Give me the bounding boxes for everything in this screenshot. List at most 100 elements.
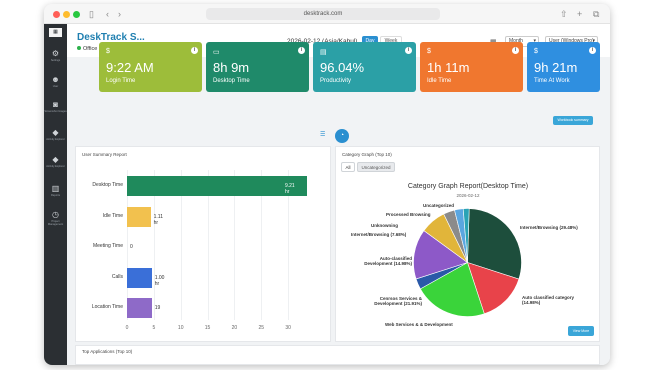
bar-category-label: Meeting Time [92,243,123,249]
sidebar-item-activity[interactable]: ◆ Activity Explorer [44,128,67,150]
sidebar-toggle-icon[interactable]: ▯ [89,8,94,20]
stat-value: 1h 11m [427,60,470,75]
bar-value-label: 0 [130,244,133,250]
online-dot-icon [77,46,81,50]
stat-value: 9:22 AM [106,60,154,75]
info-icon[interactable]: i [589,47,596,54]
x-tick-label: 0 [125,325,129,331]
sidebar-item-user[interactable]: ☻ User [44,75,67,97]
stat-card-idle-time: $ i 1h 11m Idle Time [420,42,523,92]
stat-label: Desktop Time [213,78,250,84]
x-tick-label: 25 [258,325,265,331]
pie-chart-subtitle: 2026-02-12 [456,193,480,198]
pie-chart-title: Category Graph Report(Desktop Time) [407,183,529,190]
stat-value: 8h 9m [213,60,250,75]
pie-label-internet-browsing-large: Internet/Browsing (29.48%) [520,225,578,230]
stat-card-productivity: ▤ i 96.04% Productivity [313,42,416,92]
bar-value-label: 1.00 hr [154,274,165,287]
pie-label-cenrsos-services: Cenrsos Services & Development (21.91%) [374,296,422,306]
pie-label-unknowning: Unknowning [371,223,398,228]
dollar-icon: $ [534,48,538,55]
tab-all[interactable]: All [341,162,355,172]
logo-icon: ▦ [49,28,62,37]
back-arrow-icon[interactable]: ‹ [106,8,109,20]
sidebar-item-label: Settings [50,59,61,62]
clipboard-icon: ▤ [320,49,327,56]
sidebar-item-screenshots[interactable]: ◙ Screenshot Images [44,100,67,122]
view-more-button[interactable]: View More [568,326,594,336]
pie-label-uncategorized: Uncategorized [423,203,455,208]
status-text: Office [83,46,98,52]
close-window-button[interactable] [53,11,60,18]
maximize-window-button[interactable] [73,11,80,18]
forward-arrow-icon[interactable]: › [118,8,121,20]
sidebar-item-label: Activity Explorer [46,138,65,141]
sidebar-item-label: Reports [50,194,61,197]
share-icon[interactable]: ⇧ [560,8,568,20]
pie-label-auto-classified-category: Auto classified category (14.98%) [522,295,575,305]
tag-icon: ◆ [52,155,59,164]
bar[interactable] [127,206,151,227]
top-applications-panel: Top Applications (Top 10) [75,345,600,365]
sidebar: ▦ ⚙ Settings ☻ User ◙ Screenshot Images … [44,24,67,365]
info-icon[interactable]: i [298,47,305,54]
url-text: desktrack.com [303,11,343,17]
tab-uncategorized[interactable]: Uncategorized [357,162,395,172]
pie-chart-icon: ◔ [339,132,345,139]
panel-title: User Summary Report [82,152,127,157]
tag-icon: ◆ [52,128,59,137]
stat-label: Time At Work [534,78,570,84]
pie-label-processed-browsing: Processed Browsing [386,212,431,217]
sidebar-logo[interactable]: ▦ [44,28,67,50]
bar-value-label: 1.11 hr [153,213,163,226]
stat-card-time-at-work: $ i 9h 21m Time At Work [527,42,600,92]
sidebar-item-label: Project Management [47,220,64,226]
tabs-overview-icon[interactable]: ⧉ [593,8,599,20]
sidebar-item-settings[interactable]: ⚙ Settings [44,49,67,71]
stat-card-login-time: $ i 9:22 AM Login Time [99,42,202,92]
gear-icon: ⚙ [51,49,60,58]
workbook-summary-button[interactable]: Workbook summary [553,116,593,125]
bar-category-label: Idle Time [102,212,123,219]
info-icon[interactable]: i [191,47,198,54]
bar-value-label: 19 [154,305,161,311]
monitor-icon: ▭ [213,49,220,56]
list-view-icon[interactable]: ☰ [320,131,325,138]
bar-category-label: Desktop Time [92,182,123,188]
category-pie-chart [413,208,522,317]
url-bar[interactable]: desktrack.com [206,8,440,20]
x-tick-label: 15 [204,325,211,331]
sidebar-item-label: Activity Explorer [46,165,65,168]
sidebar-item-activity-2[interactable]: ◆ Activity Explorer [44,155,67,177]
stat-label: Productivity [320,78,352,84]
x-tick-label: 30 [285,325,291,331]
users-icon: ☻ [51,75,60,84]
pie-label-web-services: Web Services & & Development [385,322,453,327]
sidebar-item-label: Screenshot Images [44,110,67,113]
status-badge: Office [77,46,97,52]
bar[interactable] [127,176,307,196]
bar-category-label: Location Time [91,304,123,310]
pie-label-auto-classified-dev: Auto-classified Development (14.98%) [364,256,412,266]
info-icon[interactable]: i [512,47,519,54]
stat-card-desktop-time: ▭ i 8h 9m Desktop Time [206,42,309,92]
stat-label: Idle Time [427,78,452,84]
panel-title: Top Applications (Top 10) [82,349,133,354]
chart-view-toggle[interactable]: ◔ [335,129,349,143]
minimize-window-button[interactable] [63,11,70,18]
x-tick-label: 10 [177,325,184,331]
camera-icon: ◙ [53,100,58,109]
dollar-icon: $ [427,48,431,55]
stat-value: 9h 21m [534,60,578,75]
sidebar-item-label: User [52,85,59,88]
stat-label: Login Time [106,78,136,84]
stat-value: 96.04% [320,60,365,75]
panel-title: Category Graph (Top 10) [342,152,392,157]
browser-titlebar: ▯ ‹ › desktrack.com ⇧ + ⧉ [44,4,610,24]
bar[interactable] [127,298,152,318]
dollar-icon: $ [106,48,110,55]
bar-category-label: Calls [111,273,123,280]
info-icon[interactable]: i [405,47,412,54]
bar[interactable] [127,267,152,288]
new-tab-icon[interactable]: + [577,8,582,20]
